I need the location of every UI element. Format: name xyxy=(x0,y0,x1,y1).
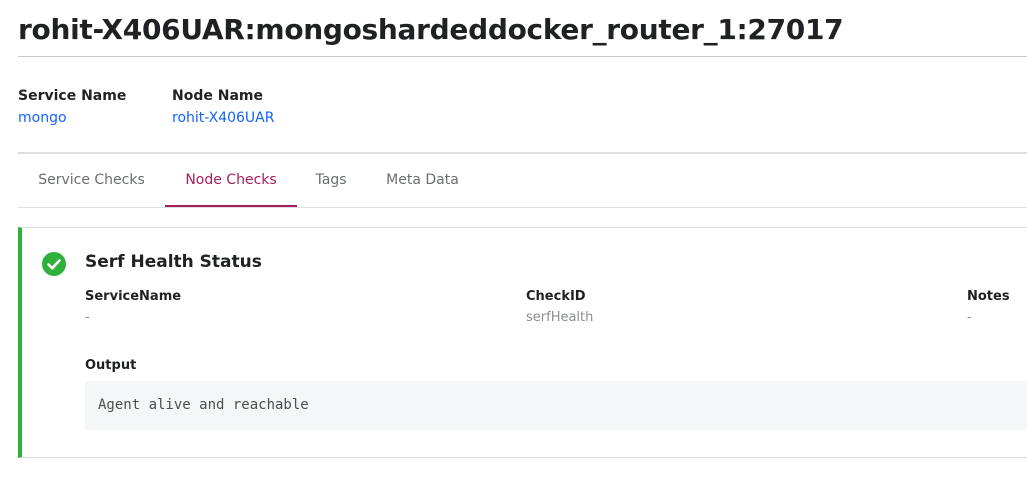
tab-service-checks[interactable]: Service Checks xyxy=(18,154,165,207)
tab-meta-data[interactable]: Meta Data xyxy=(365,154,480,207)
tab-node-checks[interactable]: Node Checks xyxy=(165,154,297,207)
check-notes-value: - xyxy=(967,310,972,325)
check-service-name-field: ServiceName - xyxy=(85,289,181,325)
check-id-value: serfHealth xyxy=(526,310,594,325)
check-id-field: CheckID serfHealth xyxy=(526,289,593,325)
check-title: Serf Health Status xyxy=(85,252,262,272)
health-check-card: Serf Health Status ServiceName - CheckID… xyxy=(18,227,1027,458)
output-box: Agent alive and reachable xyxy=(85,381,1027,430)
check-notes-field: Notes - xyxy=(967,289,1010,325)
output-label: Output xyxy=(85,358,137,373)
check-circle-icon xyxy=(42,252,66,276)
check-service-name-label: ServiceName xyxy=(85,289,182,304)
node-name-link[interactable]: rohit-X406UAR xyxy=(172,110,274,126)
page-title: rohit-X406UAR:mongoshardeddocker_router_… xyxy=(18,13,844,46)
node-name-label: Node Name xyxy=(172,88,263,104)
tab-bar: Service Checks Node Checks Tags Meta Dat… xyxy=(18,154,1027,208)
service-name-link[interactable]: mongo xyxy=(18,110,126,126)
service-name-block: Service Name mongo xyxy=(18,88,126,126)
node-name-block: Node Name rohit-X406UAR xyxy=(172,88,274,126)
tab-tags[interactable]: Tags xyxy=(297,154,365,207)
check-notes-label: Notes xyxy=(967,289,1010,304)
service-instance-page: rohit-X406UAR:mongoshardeddocker_router_… xyxy=(0,0,1027,485)
check-service-name-value: - xyxy=(85,310,90,325)
check-id-label: CheckID xyxy=(526,289,586,304)
service-name-label: Service Name xyxy=(18,88,127,104)
title-divider xyxy=(18,56,1027,57)
